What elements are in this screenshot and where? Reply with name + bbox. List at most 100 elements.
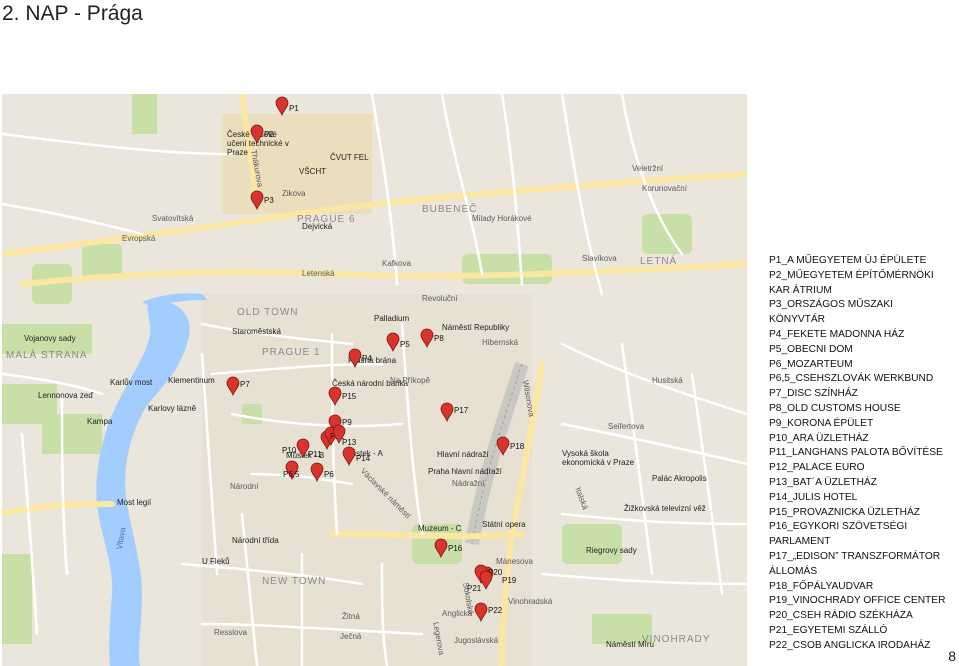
place-label: Klementinum: [168, 376, 215, 385]
map-marker-pin[interactable]: [250, 124, 264, 144]
street-label: Hibernská: [482, 338, 519, 347]
map-marker-label: P21: [467, 584, 482, 593]
place-label: Vojanovy sady: [24, 334, 76, 343]
legend-item: P3_ORSZÁGOS MŰSZAKI: [769, 299, 893, 311]
map-marker-label: P2: [264, 130, 274, 139]
legend-item: P14_JULIS HOTEL: [769, 491, 858, 503]
map-marker-label: P5: [400, 340, 410, 349]
legend-item: P1_A MŰEGYETEM ÚJ ÉPÜLETE: [769, 255, 927, 266]
place-label: Most legií: [117, 498, 152, 507]
map-marker-pin[interactable]: [496, 436, 510, 456]
place-label: Náměstí Republiky: [442, 323, 510, 332]
street-label: Revoluční: [422, 294, 458, 303]
map-marker-pin[interactable]: [474, 602, 488, 622]
place-label: Praha hlavní nádraží: [428, 467, 502, 476]
street-label: Vinohradská: [508, 597, 553, 606]
street-label: Korunovační: [642, 184, 687, 193]
map-marker-label: P6,5: [283, 470, 300, 479]
legend-item: ÁLLOMÁS: [769, 565, 818, 577]
legend-item: P15_PROVAZNICKA ÜZLETHÁZ: [769, 506, 920, 518]
legend-item: P18_FŐPÁLYAUDVAR: [769, 580, 874, 592]
legend: P1_A MŰEGYETEM ÚJ ÉPÜLETE P2_MŰEGYETEM ÉP…: [769, 254, 959, 654]
map-marker-pin[interactable]: [275, 96, 289, 116]
district-label: PRAGUE 1: [262, 347, 321, 358]
legend-item: P21_EGYETEMI SZÁLLÓ: [769, 624, 888, 636]
map-marker-pin[interactable]: [386, 332, 400, 352]
map-marker-pin[interactable]: [250, 190, 264, 210]
legend-item: P12_PALACE EURO: [769, 462, 865, 474]
street-label: Milady Horákové: [472, 214, 532, 223]
street-label: Kafkova: [382, 259, 411, 268]
legend-item: P2_MŰEGYETEM ÉPÍTŐMÉRNÖKI: [769, 269, 934, 281]
district-label: LETNÁ: [640, 256, 678, 267]
place-label: Státní opera: [482, 520, 526, 529]
legend-item: P10_ARA ÜZLETHÁZ: [769, 432, 869, 444]
district-label: OLD TOWN: [237, 307, 299, 318]
street-label: Svatovítská: [152, 214, 194, 223]
map-marker-label: P15: [342, 392, 357, 401]
street-label: Mánesova: [496, 557, 533, 566]
legend-item: P7_DISC SZÍNHÁZ: [769, 388, 858, 400]
map-marker-pin[interactable]: [342, 446, 356, 466]
place-label: Hlavní nádraží: [437, 450, 489, 459]
map-marker-pin[interactable]: [440, 402, 454, 422]
map-marker-label: P4: [362, 354, 372, 363]
street-label: Seifertova: [608, 422, 645, 431]
map-marker-pin[interactable]: [420, 328, 434, 348]
street-label: Evropská: [122, 234, 156, 243]
map-marker-label: P10: [282, 446, 297, 455]
map[interactable]: PRAGUE 6 BUBENEČ MALÁ STRANA PRAGUE 1 OL…: [2, 94, 747, 666]
legend-item: P4_FEKETE MADONNA HÁZ: [769, 328, 905, 340]
district-label: NEW TOWN: [262, 576, 327, 587]
place-label: Lennonova zeď: [38, 391, 94, 400]
map-marker-label: P14: [356, 454, 371, 463]
page-title: 2. NAP - Prága: [2, 2, 143, 25]
map-marker-label: P6: [324, 470, 334, 479]
legend-item: KAR ÁTRIUM: [769, 284, 832, 296]
legend-item: P11_LANGHANS PALOTA BŐVÍTÉSE: [769, 447, 943, 459]
map-marker-pin[interactable]: [310, 462, 324, 482]
place-label: ČVUT FEL: [330, 153, 369, 162]
map-marker-label: P22: [488, 606, 503, 615]
place-label: Dejvická: [302, 222, 333, 231]
legend-item: PARLAMENT: [769, 536, 831, 548]
street-label: Na Příkopě: [390, 376, 431, 385]
place-label: Riegrovy sady: [586, 546, 637, 555]
street-label: Jugoslávská: [454, 636, 499, 645]
place-label: Náměstí Míru: [606, 640, 655, 649]
legend-item: P5_OBECNI DOM: [769, 343, 853, 355]
place-label: U Fleků: [202, 557, 230, 566]
page-number: 8: [948, 648, 956, 664]
street-label: Resslova: [214, 628, 247, 637]
street-label: Veletržní: [632, 164, 664, 173]
place-label: VŠCHT: [299, 167, 327, 176]
place-label: Žižkovská televizní věž: [624, 504, 706, 513]
legend-item: P9_KORONA ÉPÜLET: [769, 417, 874, 429]
street-label: Letenská: [302, 269, 335, 278]
street-label: Husitská: [652, 376, 683, 385]
legend-item: P13_BAT´A ÜZLETHÁZ: [769, 476, 877, 488]
legend-item: P20_CSEH RÁDIO SZÉKHÁZA: [769, 610, 913, 622]
map-marker-label: P1: [289, 104, 299, 113]
street-label: Ječná: [340, 632, 362, 641]
map-marker-pin[interactable]: [328, 386, 342, 406]
place-label: Palác Akropolis: [652, 474, 707, 483]
street-label: Žitná: [342, 612, 360, 621]
legend-item: P8_OLD CUSTOMS HOUSE: [769, 402, 901, 414]
place-label: Karlův most: [110, 378, 153, 387]
map-marker-pin[interactable]: [434, 538, 448, 558]
street-label: Zikova: [282, 189, 306, 198]
map-marker-pin[interactable]: [348, 348, 362, 368]
place-label: Kampa: [87, 417, 113, 426]
legend-item: P17_„EDISON” TRANSZFORMÁTOR: [769, 550, 941, 562]
map-marker-label: P16: [448, 544, 463, 553]
legend-item: P22_CSOB ANGLICKA IRODAHÁZ: [769, 639, 931, 651]
street-label: Nádražní: [452, 479, 485, 488]
place-label: Staroměstská: [232, 327, 281, 336]
map-marker-pin[interactable]: [226, 376, 240, 396]
map-marker-label: P11: [308, 450, 322, 459]
map-marker-label: P18: [510, 442, 525, 451]
map-marker-label: P3: [264, 196, 274, 205]
legend-item: P19_VINOCHRADY OFFICE CENTER: [769, 595, 946, 607]
place-label: Národní třída: [232, 536, 279, 545]
